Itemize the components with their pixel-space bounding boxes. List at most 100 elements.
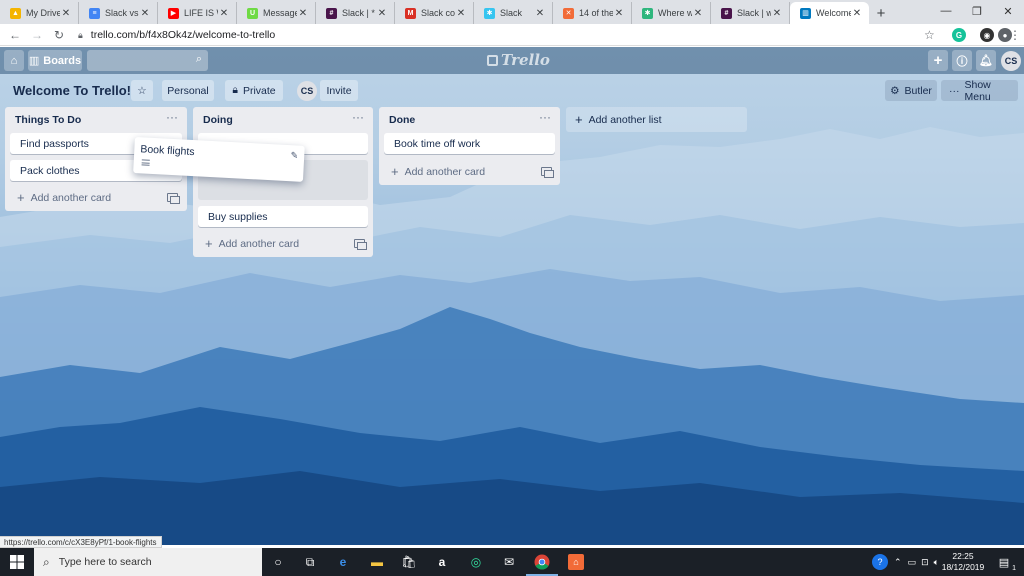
mail-icon[interactable]: ✉ (499, 552, 519, 572)
card[interactable]: Buy supplies (198, 206, 368, 227)
card-title: Find passports (20, 137, 89, 150)
file-explorer-icon[interactable]: ▬ (367, 552, 387, 572)
boards-button[interactable]: ▥ Boards (28, 50, 82, 71)
edge-icon[interactable]: e (333, 552, 353, 572)
search-placeholder: Type here to search (58, 556, 152, 568)
board-title[interactable]: Welcome To Trello! (13, 83, 131, 98)
extension-icon[interactable]: ◉ (980, 28, 994, 42)
app-orange-icon[interactable]: ⌂ (566, 552, 586, 572)
maximize-icon[interactable]: ❐ (962, 0, 992, 22)
tab-title: Slack vs Tr (105, 8, 139, 18)
store-icon[interactable]: 🛍︎ (399, 552, 419, 572)
close-icon[interactable]: ✕ (851, 8, 863, 19)
browser-tab-active[interactable]: ▥ Welcome ✕ (790, 2, 869, 24)
browser-tab[interactable]: ✱ Slack ✕ (474, 2, 553, 24)
card-template-icon[interactable] (354, 239, 367, 250)
tripadvisor-icon[interactable]: ◎ (466, 552, 486, 572)
close-icon[interactable]: ✕ (455, 8, 467, 19)
close-icon[interactable]: ✕ (692, 8, 704, 19)
add-list-label: Add another list (588, 113, 662, 126)
visibility-button[interactable]: 🔒︎ Private (225, 80, 283, 101)
description-icon (141, 159, 150, 166)
battery-icon[interactable]: ▭ (908, 557, 917, 568)
chrome-menu-icon[interactable]: ⋮ (1008, 25, 1022, 45)
browser-tab[interactable]: # Slack | * w ✕ (316, 2, 395, 24)
chrome-icon[interactable] (526, 552, 558, 576)
butler-button[interactable]: ⚙︎ Butler (885, 80, 937, 101)
search-input[interactable]: ⌕ (87, 50, 208, 71)
more-icon: ··· (949, 84, 960, 97)
forward-icon[interactable]: → (26, 25, 48, 45)
list-menu-icon[interactable]: ··· (166, 110, 178, 124)
add-card-button[interactable]: + Add another card (17, 190, 111, 205)
show-menu-label: Show Menu (964, 78, 991, 103)
browser-tab[interactable]: U Messages ✕ (237, 2, 316, 24)
home-button[interactable]: ⌂ (4, 50, 24, 71)
notification-center-icon[interactable]: ▤ 1 (994, 552, 1016, 573)
close-icon[interactable]: ✕ (60, 8, 72, 19)
user-avatar[interactable]: CS (1001, 51, 1021, 71)
browser-tab[interactable]: ✱ Where wo ✕ (632, 2, 711, 24)
close-icon[interactable]: ✕ (297, 8, 309, 19)
close-icon[interactable]: ✕ (218, 8, 230, 19)
chevron-up-icon[interactable]: ⌃ (894, 557, 902, 568)
taskbar-clock[interactable]: 22:25 18/12/2019 (937, 551, 989, 573)
close-icon[interactable]: ✕ (376, 8, 388, 19)
trello-logo[interactable]: Trello (487, 51, 550, 69)
card-template-icon[interactable] (167, 193, 180, 204)
browser-tab[interactable]: ▲ My Drive ✕ (0, 2, 79, 24)
browser-tab[interactable]: ≡ Slack vs Tr ✕ (79, 2, 158, 24)
info-button[interactable]: ⓘ (952, 50, 972, 71)
network-icon[interactable]: ⊡ (921, 557, 929, 568)
back-icon[interactable]: ← (4, 25, 26, 45)
card-title: Pack clothes (20, 164, 80, 177)
address-bar[interactable]: 🔒︎ trello.com/b/f4x8Ok4z/welcome-to-trel… (78, 26, 938, 44)
board-member-avatar[interactable]: CS (297, 81, 317, 101)
add-card-button[interactable]: + Add another card (391, 164, 485, 179)
clock-date: 18/12/2019 (941, 562, 985, 572)
grammarly-icon[interactable]: G (952, 28, 966, 42)
browser-tab[interactable]: ▶ LIFE IS WE ✕ (158, 2, 237, 24)
close-icon[interactable]: ✕ (771, 8, 783, 19)
browser-tab[interactable]: M Slack conf ✕ (395, 2, 474, 24)
personal-team-button[interactable]: Personal (162, 80, 214, 101)
google-docs-icon: ≡ (89, 7, 100, 19)
task-view-icon[interactable]: ⧉ (300, 552, 320, 572)
invite-button[interactable]: Invite (320, 80, 358, 101)
window-close-icon[interactable]: ✕ (993, 0, 1023, 22)
system-tray: ? ⌃ ▭ ⊡ 🔈︎ (872, 548, 939, 576)
windows-start-icon[interactable] (7, 552, 27, 572)
add-card-button[interactable]: + Add another card (205, 236, 299, 251)
list-title[interactable]: Things To Do (15, 114, 81, 126)
reload-icon[interactable]: ↻ (48, 25, 70, 45)
new-tab-button[interactable]: + (869, 2, 893, 24)
star-board-button[interactable]: ☆ (131, 80, 153, 101)
create-button[interactable]: + (928, 50, 948, 71)
bookmark-star-icon[interactable]: ☆ (924, 28, 935, 42)
card-template-icon[interactable] (541, 167, 554, 178)
tab-title: Slack | * w (342, 8, 376, 18)
cortana-icon[interactable]: ○ (268, 552, 288, 572)
list-menu-icon[interactable]: ··· (539, 110, 551, 124)
edit-pencil-icon[interactable]: ✎ (290, 150, 298, 161)
add-list-button[interactable]: + Add another list (566, 107, 747, 132)
help-icon[interactable]: ? (872, 554, 888, 570)
taskbar-search-input[interactable]: ⌕ Type here to search (34, 548, 262, 576)
list-menu-icon[interactable]: ··· (352, 110, 364, 124)
show-menu-button[interactable]: ··· Show Menu (941, 78, 1018, 103)
close-icon[interactable]: ✕ (534, 8, 546, 19)
amazon-icon[interactable]: a (432, 552, 452, 572)
close-icon[interactable]: ✕ (613, 8, 625, 19)
close-icon[interactable]: ✕ (139, 8, 151, 19)
card-title: Book time off work (394, 137, 481, 150)
card[interactable]: Book time off work (384, 133, 555, 154)
notifications-bell-icon[interactable]: 🔔︎ (976, 50, 996, 71)
tab-title: My Drive (26, 8, 60, 18)
list-title[interactable]: Done (389, 114, 415, 126)
url-text: trello.com/b/f4x8Ok4z/welcome-to-trello (90, 29, 276, 41)
browser-tab[interactable]: ✕ 14 of the ✕ (553, 2, 632, 24)
minimize-icon[interactable]: — (931, 0, 961, 22)
browser-tab[interactable]: # Slack | wel ✕ (711, 2, 790, 24)
trello-header: ⌂ ▥ Boards ⌕ Trello + ⓘ 🔔︎ CS (0, 47, 1024, 74)
list-title[interactable]: Doing (203, 114, 233, 126)
